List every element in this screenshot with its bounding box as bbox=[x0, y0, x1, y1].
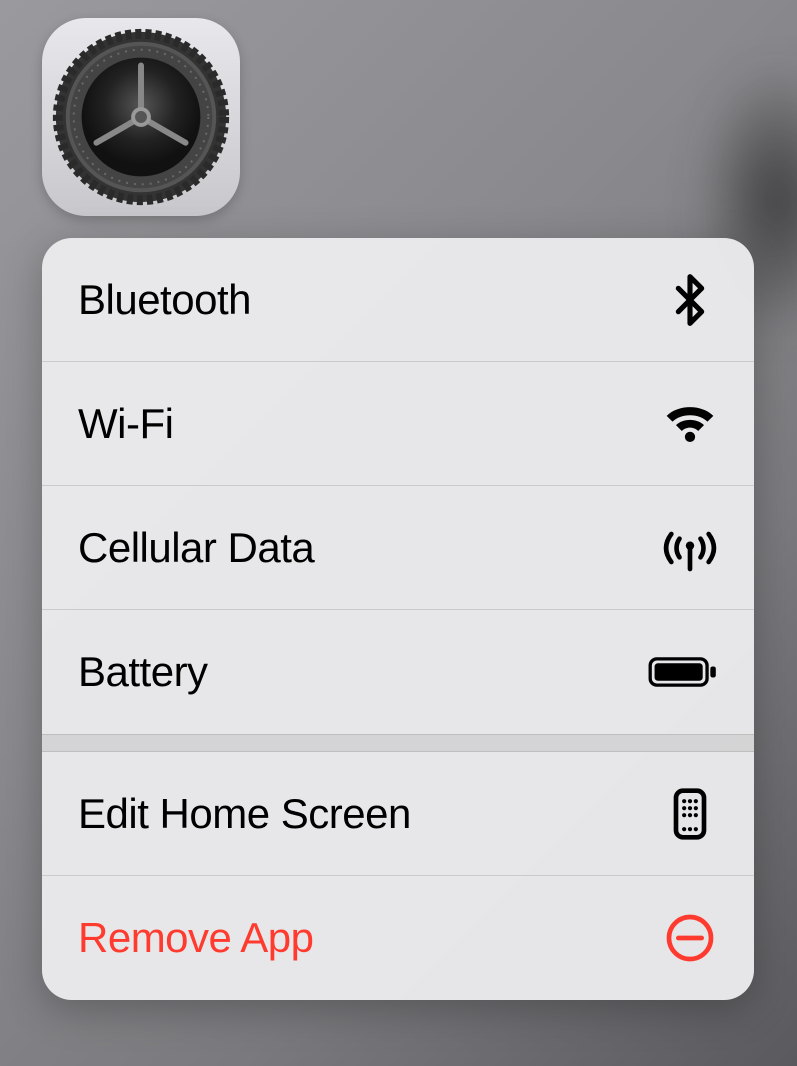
menu-item-label: Remove App bbox=[78, 914, 313, 962]
menu-item-remove-app[interactable]: Remove App bbox=[42, 876, 754, 1000]
battery-icon bbox=[648, 644, 718, 700]
menu-item-battery[interactable]: Battery bbox=[42, 610, 754, 734]
cellular-icon bbox=[662, 520, 718, 576]
home-screen-icon bbox=[662, 786, 718, 842]
menu-item-label: Edit Home Screen bbox=[78, 790, 411, 838]
gear-icon bbox=[42, 18, 240, 216]
menu-item-bluetooth[interactable]: Bluetooth bbox=[42, 238, 754, 362]
menu-item-wifi[interactable]: Wi-Fi bbox=[42, 362, 754, 486]
menu-item-label: Battery bbox=[78, 648, 208, 696]
menu-item-edit-home-screen[interactable]: Edit Home Screen bbox=[42, 752, 754, 876]
remove-icon bbox=[662, 910, 718, 966]
menu-item-label: Wi-Fi bbox=[78, 400, 173, 448]
context-menu: Bluetooth Wi-Fi Cellular Data bbox=[42, 238, 754, 1000]
menu-item-cellular[interactable]: Cellular Data bbox=[42, 486, 754, 610]
menu-item-label: Bluetooth bbox=[78, 276, 251, 324]
menu-item-label: Cellular Data bbox=[78, 524, 314, 572]
settings-app-icon[interactable] bbox=[42, 18, 240, 216]
wifi-icon bbox=[662, 396, 718, 452]
bluetooth-icon bbox=[662, 272, 718, 328]
menu-group-separator bbox=[42, 734, 754, 752]
